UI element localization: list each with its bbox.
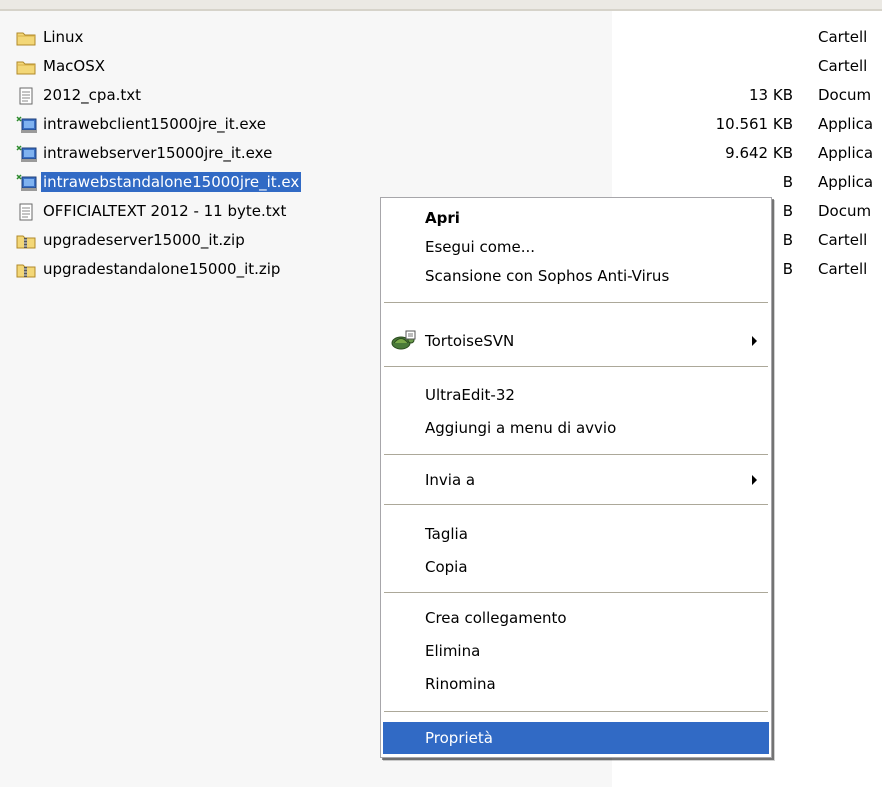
file-row-linux[interactable]: Linux Cartell	[0, 24, 882, 53]
file-name: intrawebserver15000jre_it.exe	[43, 144, 273, 162]
menu-item-label: Invia a	[425, 471, 476, 489]
menu-item-copy[interactable]: Copia	[383, 551, 769, 583]
menu-separator	[384, 366, 768, 367]
file-name: 2012_cpa.txt	[43, 86, 142, 104]
file-type: Cartell	[818, 57, 868, 75]
menu-item-label: Esegui come...	[425, 238, 536, 256]
file-type: Applica	[818, 144, 874, 162]
submenu-arrow-icon	[752, 336, 757, 346]
list-header-edge	[0, 0, 882, 11]
file-row-intrawebclient[interactable]: intrawebclient15000jre_it.exe 10.561 KB …	[0, 111, 882, 140]
menu-item-label: Rinomina	[425, 675, 496, 693]
folder-icon	[16, 29, 37, 47]
file-size: B	[782, 231, 793, 249]
file-size: 13 KB	[749, 86, 793, 104]
menu-separator	[384, 592, 768, 593]
file-size: 10.561 KB	[715, 115, 793, 133]
file-name: upgradestandalone15000_it.zip	[43, 260, 281, 278]
menu-item-rename[interactable]: Rinomina	[383, 668, 769, 700]
menu-item-open[interactable]: Apri	[383, 202, 769, 234]
file-size: 9.642 KB	[725, 144, 793, 162]
file-name: intrawebclient15000jre_it.exe	[43, 115, 267, 133]
menu-separator	[384, 711, 768, 712]
text-file-icon	[16, 203, 37, 221]
file-type: Docum	[818, 86, 872, 104]
menu-item-label: Proprietà	[425, 729, 493, 747]
file-row-intrawebserver[interactable]: intrawebserver15000jre_it.exe 9.642 KB A…	[0, 140, 882, 169]
file-name: MacOSX	[43, 57, 105, 75]
file-type: Applica	[818, 115, 874, 133]
file-type: Docum	[818, 202, 872, 220]
file-name: upgradeserver15000_it.zip	[43, 231, 245, 249]
submenu-arrow-icon	[752, 475, 757, 485]
menu-separator	[384, 454, 768, 455]
file-size: B	[782, 260, 793, 278]
file-size: B	[782, 173, 793, 191]
menu-item-tortoisesvn[interactable]: TortoiseSVN	[383, 325, 769, 357]
menu-item-label: Apri	[425, 209, 460, 227]
text-file-icon	[16, 87, 37, 105]
menu-item-add-startup[interactable]: Aggiungi a menu di avvio	[383, 412, 769, 444]
menu-item-cut[interactable]: Taglia	[383, 518, 769, 550]
file-type: Cartell	[818, 231, 868, 249]
menu-item-label: Taglia	[425, 525, 468, 543]
tortoisesvn-icon	[389, 329, 417, 353]
installer-icon	[16, 116, 37, 134]
file-row-intrawebstandalone[interactable]: intrawebstandalone15000jre_it.ex B Appli…	[0, 169, 882, 198]
menu-item-label: Scansione con Sophos Anti-Virus	[425, 267, 670, 285]
file-name: OFFICIALTEXT 2012 - 11 byte.txt	[43, 202, 287, 220]
file-row-macosx[interactable]: MacOSX Cartell	[0, 53, 882, 82]
file-size: B	[782, 202, 793, 220]
menu-item-create-shortcut[interactable]: Crea collegamento	[383, 602, 769, 634]
menu-item-label: Copia	[425, 558, 468, 576]
folder-icon	[16, 58, 37, 76]
installer-icon	[16, 145, 37, 163]
menu-item-label: TortoiseSVN	[425, 332, 515, 350]
context-menu: Apri Esegui come... Scansione con Sophos…	[380, 197, 772, 758]
menu-item-label: UltraEdit-32	[425, 386, 515, 404]
menu-item-properties[interactable]: Proprietà	[383, 722, 769, 754]
zip-folder-icon	[16, 232, 37, 250]
file-type: Applica	[818, 173, 874, 191]
menu-item-run-as[interactable]: Esegui come...	[383, 231, 769, 263]
file-type: Cartell	[818, 28, 868, 46]
menu-separator	[384, 504, 768, 505]
menu-item-label: Elimina	[425, 642, 481, 660]
menu-item-label: Aggiungi a menu di avvio	[425, 419, 617, 437]
menu-item-label: Crea collegamento	[425, 609, 567, 627]
file-type: Cartell	[818, 260, 868, 278]
menu-separator	[384, 302, 768, 303]
zip-folder-icon	[16, 261, 37, 279]
file-name: Linux	[43, 28, 84, 46]
menu-item-delete[interactable]: Elimina	[383, 635, 769, 667]
menu-item-sophos-scan[interactable]: Scansione con Sophos Anti-Virus	[383, 260, 769, 292]
menu-item-ultraedit[interactable]: UltraEdit-32	[383, 379, 769, 411]
file-row-2012-cpa[interactable]: 2012_cpa.txt 13 KB Docum	[0, 82, 882, 111]
file-name: intrawebstandalone15000jre_it.ex	[41, 172, 302, 192]
installer-icon	[16, 174, 37, 192]
menu-item-send-to[interactable]: Invia a	[383, 464, 769, 496]
